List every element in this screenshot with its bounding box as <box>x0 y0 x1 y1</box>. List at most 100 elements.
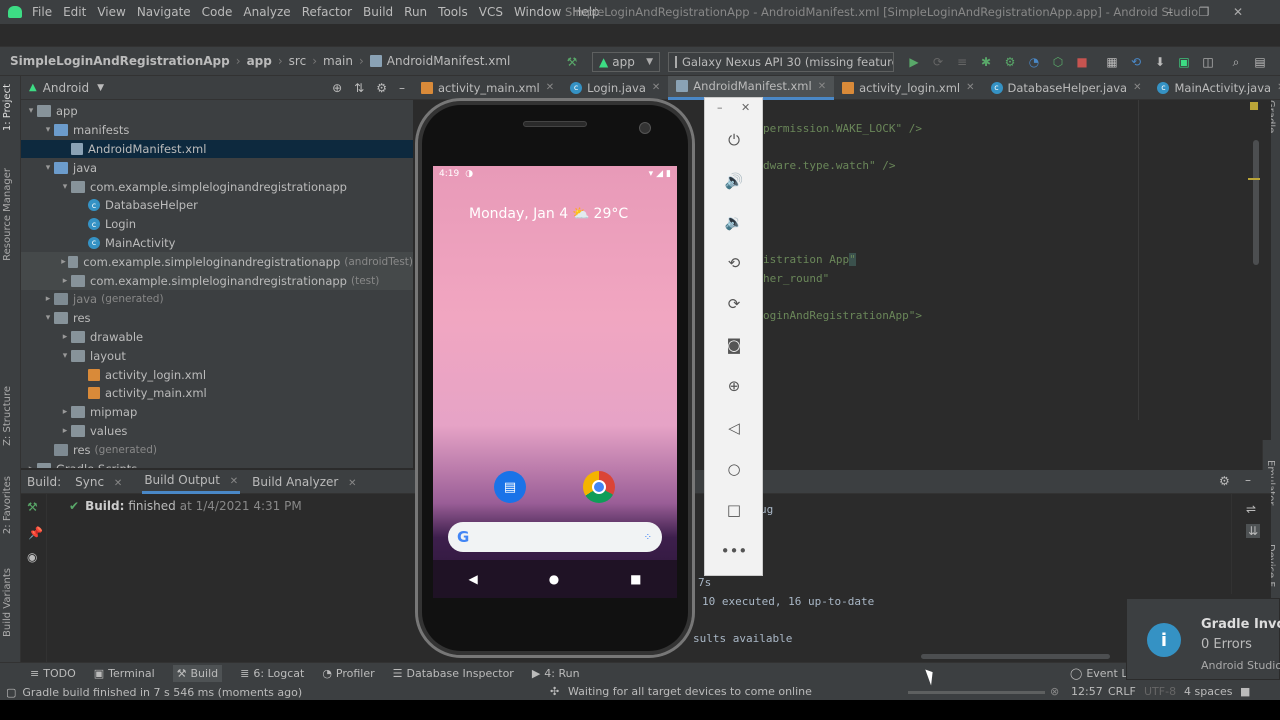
attach-debugger-icon[interactable]: ⚙ <box>1002 54 1018 70</box>
tree-item[interactable]: ▾ layout <box>21 346 413 365</box>
tab-sync[interactable]: Sync ✕ <box>75 475 122 489</box>
close-icon[interactable]: ✕ <box>652 82 660 93</box>
editor-scrollbar[interactable] <box>1253 140 1259 265</box>
breadcrumb-src[interactable]: src <box>289 54 307 68</box>
close-window-icon[interactable]: ✕ <box>1228 5 1248 19</box>
close-icon[interactable]: ✕ <box>114 478 122 489</box>
google-search-bar[interactable]: G ⁘ <box>448 522 662 552</box>
chevron-down-icon[interactable]: ▼ <box>97 83 104 93</box>
cancel-progress-icon[interactable]: ⊗ <box>1050 685 1059 698</box>
close-icon[interactable]: ✕ <box>818 81 826 92</box>
expand-arrow-icon[interactable]: ▾ <box>42 163 54 173</box>
tab-event-log[interactable]: ◯ Event Lo <box>1070 667 1134 680</box>
rotate-left-icon[interactable]: ⟲ <box>724 253 744 273</box>
power-icon[interactable]: ⏻ <box>724 130 744 150</box>
emulator-screen[interactable]: 4:19 ◑ ▾ ◢ ▮ Monday, Jan 4 ⛅ 29°C ▤ G ⁘ <box>433 166 677 598</box>
volume-up-icon[interactable]: 🔊 <box>724 171 744 191</box>
build-status[interactable]: ✔ Build: finished at 1/4/2021 4:31 PM <box>69 499 302 513</box>
tab-todo[interactable]: ≡ TODO <box>30 667 76 680</box>
tab-database-inspector[interactable]: ☰ Database Inspector <box>393 667 514 680</box>
menu-window[interactable]: Window <box>514 5 561 19</box>
run-coverage-icon[interactable]: ⬡ <box>1050 54 1066 70</box>
tab-logcat[interactable]: ≣ 6: Logcat <box>240 667 304 680</box>
tab-resource-manager[interactable]: Resource Manager <box>2 168 13 261</box>
collapse-arrow-icon[interactable]: ▸ <box>59 257 68 267</box>
horizontal-scrollbar[interactable] <box>921 654 1110 659</box>
soft-wrap-icon[interactable]: ⇌ <box>1246 502 1256 516</box>
menu-build[interactable]: Build <box>363 5 393 19</box>
tab-build-output[interactable]: Build Output ✕ <box>142 469 241 494</box>
collapse-arrow-icon[interactable]: ▸ <box>42 294 54 304</box>
close-icon[interactable]: ✕ <box>546 82 554 93</box>
close-icon[interactable]: ✕ <box>348 478 356 489</box>
run-config-select[interactable]: ▲ app ▼ <box>592 52 660 72</box>
tree-item[interactable]: ▸ Gradle Scripts <box>21 459 413 468</box>
more-icon[interactable]: ••• <box>721 541 748 561</box>
avd-manager-icon[interactable]: ▣ <box>1176 54 1192 70</box>
zoom-icon[interactable]: ⊕ <box>724 376 744 396</box>
error-stripe-mark[interactable] <box>1248 178 1260 180</box>
expand-arrow-icon[interactable]: ▾ <box>42 125 54 135</box>
project-view-select[interactable]: Android <box>43 81 89 95</box>
tree-item[interactable]: ▸ com.example.simpleloginandregistrationa… <box>21 252 413 272</box>
hide-panel-icon[interactable]: – <box>399 81 405 95</box>
plugin-icon[interactable]: ▤ <box>1252 54 1268 70</box>
menu-edit[interactable]: Edit <box>63 5 86 19</box>
scroll-to-end-icon[interactable]: ⇊ <box>1246 524 1261 538</box>
caret-position[interactable]: 12:57 <box>1071 685 1103 698</box>
menu-code[interactable]: Code <box>202 5 233 19</box>
tab-database-helper-java[interactable]: c DatabaseHelper.java ✕ <box>983 76 1150 100</box>
layout-inspector-icon[interactable]: ◫ <box>1200 54 1216 70</box>
menu-run[interactable]: Run <box>404 5 427 19</box>
expand-arrow-icon[interactable]: ▾ <box>59 182 71 192</box>
tab-profiler[interactable]: ◔ Profiler <box>322 667 374 680</box>
menu-navigate[interactable]: Navigate <box>137 5 191 19</box>
tab-structure[interactable]: Z: Structure <box>2 386 13 446</box>
hammer-icon[interactable]: ⚒ <box>564 54 580 70</box>
device-select[interactable]: Galaxy Nexus API 30 (missing feature: ..… <box>668 52 894 72</box>
tab-activity-main-xml[interactable]: activity_main.xml ✕ <box>413 76 562 100</box>
indent-setting[interactable]: 4 spaces <box>1184 685 1233 698</box>
tab-terminal[interactable]: ▣ Terminal <box>94 667 155 680</box>
assistant-icon[interactable]: ⁘ <box>644 532 652 543</box>
search-icon[interactable]: ⌕ <box>1228 54 1244 70</box>
tree-item[interactable]: ▸ com.example.simpleloginandregistrationa… <box>21 271 413 290</box>
tree-item[interactable]: activity_login.xml <box>21 365 413 384</box>
file-encoding[interactable]: UTF-8 <box>1144 685 1176 698</box>
menu-tools[interactable]: Tools <box>438 5 468 19</box>
gear-icon[interactable]: ⚙ <box>1219 474 1230 488</box>
collapse-arrow-icon[interactable]: ▸ <box>59 332 71 342</box>
stop-icon[interactable]: ■ <box>1074 54 1090 70</box>
tree-item[interactable]: ▾ manifests <box>21 121 413 140</box>
run-icon[interactable]: ▶ <box>906 54 922 70</box>
tab-project[interactable]: 1: Project <box>2 84 13 131</box>
status-progress-text[interactable]: Waiting for all target devices to come o… <box>568 685 812 698</box>
tab-build[interactable]: ⚒ Build <box>172 665 223 682</box>
home-icon[interactable]: ○ <box>724 459 744 479</box>
menu-file[interactable]: File <box>32 5 52 19</box>
tab-favorites[interactable]: 2: Favorites <box>2 476 13 534</box>
phone-date-weather[interactable]: Monday, Jan 4 ⛅ 29°C <box>469 206 628 222</box>
tab-android-manifest[interactable]: AndroidManifest.xml ✕ <box>668 75 835 100</box>
menu-view[interactable]: View <box>97 5 125 19</box>
rotate-right-icon[interactable]: ⟳ <box>724 294 744 314</box>
tree-item[interactable]: ▸ mipmap <box>21 403 413 422</box>
gradle-notification[interactable]: i Gradle Invoc 0 Errors Android Studio <box>1126 598 1280 680</box>
expand-arrow-icon[interactable]: ▾ <box>42 313 54 323</box>
device-manager-icon[interactable]: ▦ <box>1104 54 1120 70</box>
apply-changes-icon[interactable]: ⟳ <box>930 54 946 70</box>
locate-icon[interactable]: ⊕ <box>332 81 342 95</box>
close-icon[interactable]: ✕ <box>741 101 750 114</box>
hammer-icon[interactable]: ⚒ <box>27 500 38 514</box>
sdk-manager-icon[interactable]: ⬇ <box>1152 54 1168 70</box>
tab-build-variants[interactable]: Build Variants <box>2 568 13 637</box>
tree-item[interactable]: ▸ java (generated) <box>21 290 413 309</box>
gear-icon[interactable]: ⚙ <box>376 81 387 95</box>
collapse-arrow-icon[interactable]: ▸ <box>59 407 71 417</box>
camera-icon[interactable]: ◙ <box>724 335 744 355</box>
tree-item[interactable]: ▾ com.example.simpleloginandregistrationa… <box>21 177 413 196</box>
line-separator[interactable]: CRLF <box>1108 685 1136 698</box>
tab-build-analyzer[interactable]: Build Analyzer ✕ <box>252 475 356 489</box>
collapse-arrow-icon[interactable]: ▸ <box>59 426 71 436</box>
breadcrumb-project[interactable]: SimpleLoginAndRegistrationApp <box>10 54 230 68</box>
